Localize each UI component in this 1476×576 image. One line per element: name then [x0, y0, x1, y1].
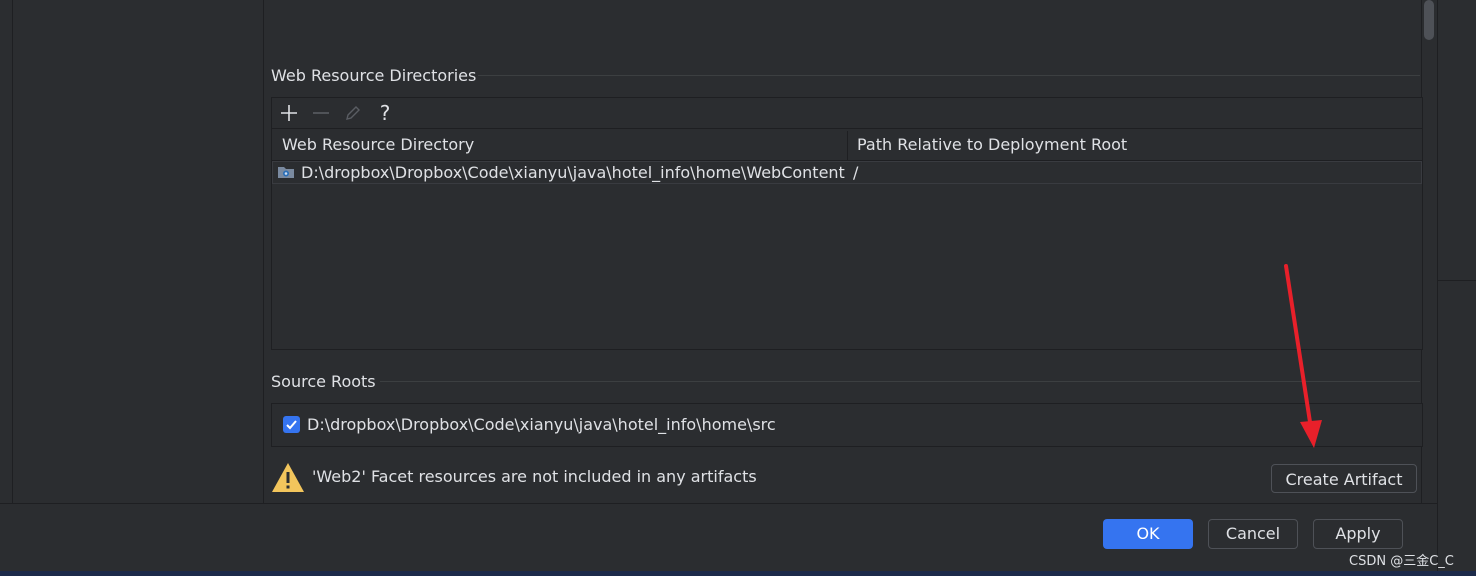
- scrollbar-track[interactable]: [1421, 0, 1438, 503]
- taskbar-edge: [0, 571, 1476, 576]
- ok-button[interactable]: OK: [1103, 519, 1193, 549]
- help-button[interactable]: ?: [372, 100, 398, 126]
- scrollbar-thumb[interactable]: [1424, 0, 1434, 40]
- folder-icon: [277, 164, 295, 180]
- column-header-directory[interactable]: Web Resource Directory: [282, 129, 474, 160]
- column-separator[interactable]: [847, 131, 848, 160]
- source-roots-section-title: Source Roots: [271, 372, 376, 391]
- path-cell: /: [853, 163, 859, 182]
- remove-button[interactable]: [308, 100, 334, 126]
- section-divider: [478, 75, 1420, 76]
- table-row[interactable]: D:\dropbox\Dropbox\Code\xianyu\java\hote…: [272, 161, 1422, 184]
- annotation-arrow: [1284, 264, 1322, 448]
- table-header: Web Resource Directory Path Relative to …: [272, 129, 1422, 161]
- checkmark-icon: [286, 420, 297, 430]
- divider: [1437, 280, 1476, 281]
- web-resource-section-title: Web Resource Directories: [271, 66, 477, 85]
- minus-icon: [313, 112, 329, 114]
- source-root-path: D:\dropbox\Dropbox\Code\xianyu\java\hote…: [307, 415, 776, 434]
- directory-cell: D:\dropbox\Dropbox\Code\xianyu\java\hote…: [301, 163, 845, 182]
- outer-right-panel: [1437, 0, 1476, 576]
- warning-icon: [271, 462, 305, 493]
- section-divider: [380, 381, 1420, 382]
- edit-icon: [346, 106, 360, 120]
- settings-tree-panel: [13, 0, 264, 503]
- help-icon: ?: [379, 101, 391, 125]
- column-header-path[interactable]: Path Relative to Deployment Root: [857, 129, 1127, 160]
- source-root-checkbox[interactable]: [283, 416, 300, 433]
- create-artifact-button[interactable]: Create Artifact: [1271, 464, 1417, 493]
- watermark: CSDN @三金C_C: [1349, 554, 1454, 569]
- source-roots-list: D:\dropbox\Dropbox\Code\xianyu\java\hote…: [271, 403, 1423, 447]
- dialog-button-bar: OK Cancel Apply: [0, 503, 1437, 564]
- apply-button[interactable]: Apply: [1313, 519, 1403, 549]
- warning-message: 'Web2' Facet resources are not included …: [312, 467, 757, 486]
- edit-button[interactable]: [340, 100, 366, 126]
- add-button[interactable]: [276, 100, 302, 126]
- web-resource-toolbar: ?: [271, 97, 1423, 129]
- cancel-button[interactable]: Cancel: [1208, 519, 1298, 549]
- web-resource-table: Web Resource Directory Path Relative to …: [271, 128, 1423, 350]
- plus-icon: [281, 105, 297, 121]
- left-strip-panel: [0, 0, 13, 503]
